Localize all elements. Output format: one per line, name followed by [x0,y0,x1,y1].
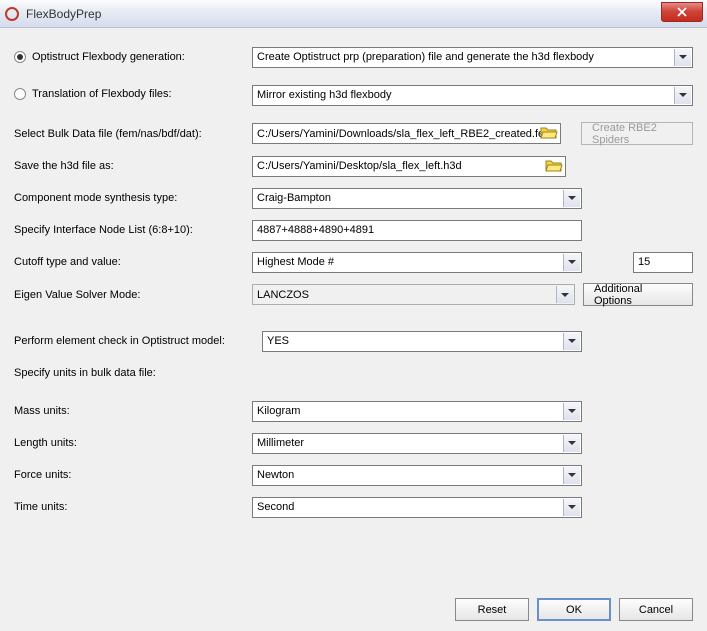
cms-label: Component mode synthesis type: [14,192,252,204]
chevron-down-icon [563,333,580,350]
eigen-select[interactable]: LANCZOS [252,284,575,305]
bulk-data-value: C:/Users/Yamini/Downloads/sla_flex_left_… [257,128,553,140]
folder-open-icon[interactable] [540,125,558,140]
interface-nodes-label: Specify Interface Node List (6:8+10): [14,224,252,236]
chevron-down-icon [674,87,691,104]
chevron-down-icon [563,254,580,271]
cutoff-value: 15 [638,256,650,268]
interface-nodes-input[interactable]: 4887+4888+4890+4891 [252,220,582,241]
length-units-value: Millimeter [257,437,304,449]
radio-optistruct-label: Optistruct Flexbody generation: [32,51,185,63]
force-units-label: Force units: [14,469,252,481]
cutoff-label: Cutoff type and value: [14,256,252,268]
mass-units-value: Kilogram [257,405,300,417]
optistruct-generation-value: Create Optistruct prp (preparation) file… [257,51,594,63]
create-rbe2-button[interactable]: Create RBE2 Spiders [581,122,693,145]
folder-open-icon[interactable] [545,158,563,173]
bulk-data-label: Select Bulk Data file (fem/nas/bdf/dat): [14,128,252,140]
additional-options-button[interactable]: Additional Options [583,283,693,306]
time-units-value: Second [257,501,294,513]
length-units-label: Length units: [14,437,252,449]
optistruct-generation-select[interactable]: Create Optistruct prp (preparation) file… [252,47,693,68]
mass-units-label: Mass units: [14,405,252,417]
length-units-select[interactable]: Millimeter [252,433,582,454]
h3d-save-label: Save the h3d file as: [14,160,252,172]
translation-select[interactable]: Mirror existing h3d flexbody [252,85,693,106]
force-units-select[interactable]: Newton [252,465,582,486]
ok-button[interactable]: OK [537,598,611,621]
cutoff-select[interactable]: Highest Mode # [252,252,582,273]
cutoff-value-input[interactable]: 15 [633,252,693,273]
elem-check-select[interactable]: YES [262,331,582,352]
radio-dot-icon [14,51,26,63]
interface-nodes-value: 4887+4888+4890+4891 [257,224,374,236]
chevron-down-icon [563,403,580,420]
reset-button[interactable]: Reset [455,598,529,621]
chevron-down-icon [674,49,691,66]
window-title: FlexBodyPrep [26,7,101,21]
units-header: Specify units in bulk data file: [14,367,252,379]
radio-empty-icon [14,88,26,100]
elem-check-label: Perform element check in Optistruct mode… [14,335,262,347]
time-units-label: Time units: [14,501,252,513]
h3d-save-input[interactable]: C:/Users/Yamini/Desktop/sla_flex_left.h3… [252,156,566,177]
app-icon [4,6,20,22]
radio-translation-label: Translation of Flexbody files: [32,88,172,100]
close-button[interactable] [661,2,703,22]
chevron-down-icon [563,435,580,452]
radio-translation-files[interactable]: Translation of Flexbody files: [14,88,172,100]
time-units-select[interactable]: Second [252,497,582,518]
bulk-data-input[interactable]: C:/Users/Yamini/Downloads/sla_flex_left_… [252,123,561,144]
cutoff-select-value: Highest Mode # [257,256,334,268]
elem-check-value: YES [267,335,289,347]
eigen-label: Eigen Value Solver Mode: [14,289,252,301]
cancel-button[interactable]: Cancel [619,598,693,621]
chevron-down-icon [563,467,580,484]
chevron-down-icon [556,286,573,303]
eigen-value: LANCZOS [257,289,309,301]
translation-select-value: Mirror existing h3d flexbody [257,89,392,101]
chevron-down-icon [563,190,580,207]
chevron-down-icon [563,499,580,516]
radio-optistruct-generation[interactable]: Optistruct Flexbody generation: [14,51,185,63]
force-units-value: Newton [257,469,294,481]
mass-units-select[interactable]: Kilogram [252,401,582,422]
h3d-save-value: C:/Users/Yamini/Desktop/sla_flex_left.h3… [257,160,462,172]
cms-select[interactable]: Craig-Bampton [252,188,582,209]
cms-value: Craig-Bampton [257,192,331,204]
